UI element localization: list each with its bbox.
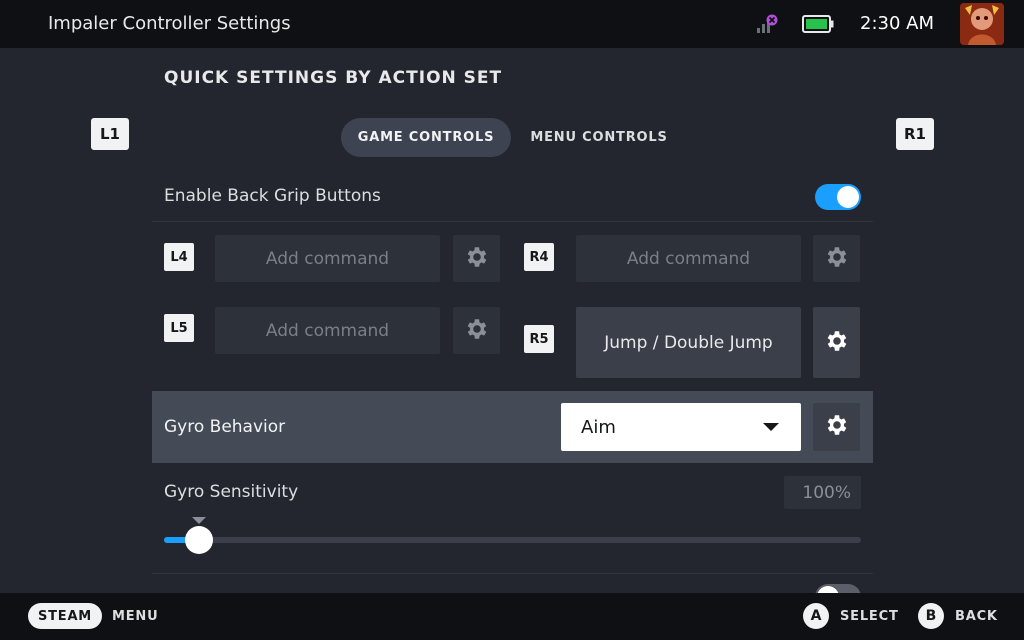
window-title: Impaler Controller Settings — [48, 13, 291, 34]
right-bumper-hint[interactable]: R1 — [896, 118, 934, 150]
gear-icon — [824, 244, 850, 274]
tab-menu-controls[interactable]: MENU CONTROLS — [520, 118, 678, 157]
divider — [152, 573, 873, 574]
gear-icon — [464, 244, 490, 274]
battery-full-icon — [802, 15, 834, 33]
top-bar: Impaler Controller Settings 2:30 AM — [0, 0, 1024, 48]
tab-game-controls[interactable]: GAME CONTROLS — [341, 118, 511, 157]
l5-badge: L5 — [164, 314, 194, 342]
a-button-icon[interactable]: A — [803, 603, 829, 629]
r5-settings-button[interactable] — [813, 307, 860, 378]
divider — [152, 221, 873, 222]
clock: 2:30 AM — [860, 13, 934, 34]
b-button-icon[interactable]: B — [918, 603, 944, 629]
r5-command-button[interactable]: Jump / Double Jump — [576, 307, 801, 378]
l4-settings-button[interactable] — [453, 235, 500, 282]
l4-badge: L4 — [164, 243, 194, 271]
menu-hint-label: MENU — [112, 609, 159, 624]
steam-button[interactable]: STEAM — [28, 603, 102, 629]
gyro-behavior-dropdown[interactable]: Aim — [561, 403, 801, 451]
gear-icon — [824, 412, 850, 442]
l5-settings-button[interactable] — [453, 307, 500, 354]
back-grip-label: Enable Back Grip Buttons — [164, 186, 381, 206]
gyro-behavior-value: Aim — [581, 416, 616, 438]
r4-settings-button[interactable] — [813, 235, 860, 282]
slider-thumb[interactable] — [184, 526, 213, 554]
r4-badge: R4 — [524, 243, 554, 271]
left-bumper-hint[interactable]: L1 — [91, 118, 129, 150]
bottom-bar: STEAM MENU A SELECT B BACK — [0, 593, 1024, 640]
gyro-sensitivity-slider[interactable] — [164, 537, 861, 543]
gear-icon — [464, 316, 490, 346]
back-grip-toggle[interactable] — [815, 184, 861, 210]
back-hint-label: BACK — [955, 609, 998, 624]
caret-down-icon — [763, 423, 779, 431]
default-tick-marker — [191, 517, 206, 524]
select-hint-label: SELECT — [840, 609, 899, 624]
gyro-settings-button[interactable] — [813, 403, 860, 451]
r5-badge: R5 — [524, 325, 554, 353]
gear-icon — [824, 328, 850, 358]
gyro-sensitivity-value[interactable]: 100% — [784, 476, 861, 509]
l5-command-button[interactable]: Add command — [215, 307, 440, 354]
section-title: QUICK SETTINGS BY ACTION SET — [164, 68, 503, 88]
avatar[interactable] — [960, 3, 1004, 45]
network-disconnected-icon — [756, 14, 778, 34]
l4-command-button[interactable]: Add command — [215, 235, 440, 282]
r4-command-button[interactable]: Add command — [576, 235, 801, 282]
gyro-sensitivity-label: Gyro Sensitivity — [164, 482, 299, 502]
toggle-knob — [837, 186, 859, 208]
gyro-behavior-label: Gyro Behavior — [164, 417, 286, 437]
